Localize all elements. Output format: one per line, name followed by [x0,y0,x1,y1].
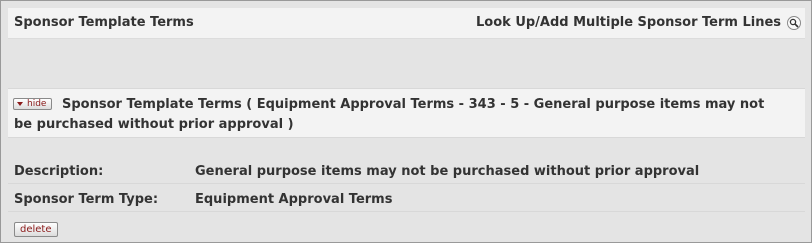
description-value: General purpose items may not be purchas… [195,164,700,179]
description-label: Description: [14,164,104,179]
description-row: Description: General purpose items may n… [8,162,805,184]
sponsor-term-type-value: Equipment Approval Terms [195,192,393,207]
term-heading: Sponsor Template Terms ( Equipment Appro… [14,97,765,132]
section-header: Sponsor Template Terms Look Up/Add Multi… [8,8,805,39]
hide-button[interactable]: hide [13,98,53,110]
magnifier-icon[interactable] [787,16,801,30]
lookup-add-multiple-label: Look Up/Add Multiple Sponsor Term Lines [476,15,781,30]
sponsor-term-type-label: Sponsor Term Type: [14,192,159,207]
section-title: Sponsor Template Terms [14,15,194,30]
sponsor-term-type-row: Sponsor Term Type: Equipment Approval Te… [8,190,805,212]
hide-button-label: hide [27,99,47,109]
sponsor-template-terms-panel: Sponsor Template Terms Look Up/Add Multi… [0,0,812,243]
triangle-down-icon [17,102,23,106]
delete-button[interactable]: delete [14,222,58,237]
term-header: Sponsor Template Terms ( Equipment Appro… [8,88,805,138]
